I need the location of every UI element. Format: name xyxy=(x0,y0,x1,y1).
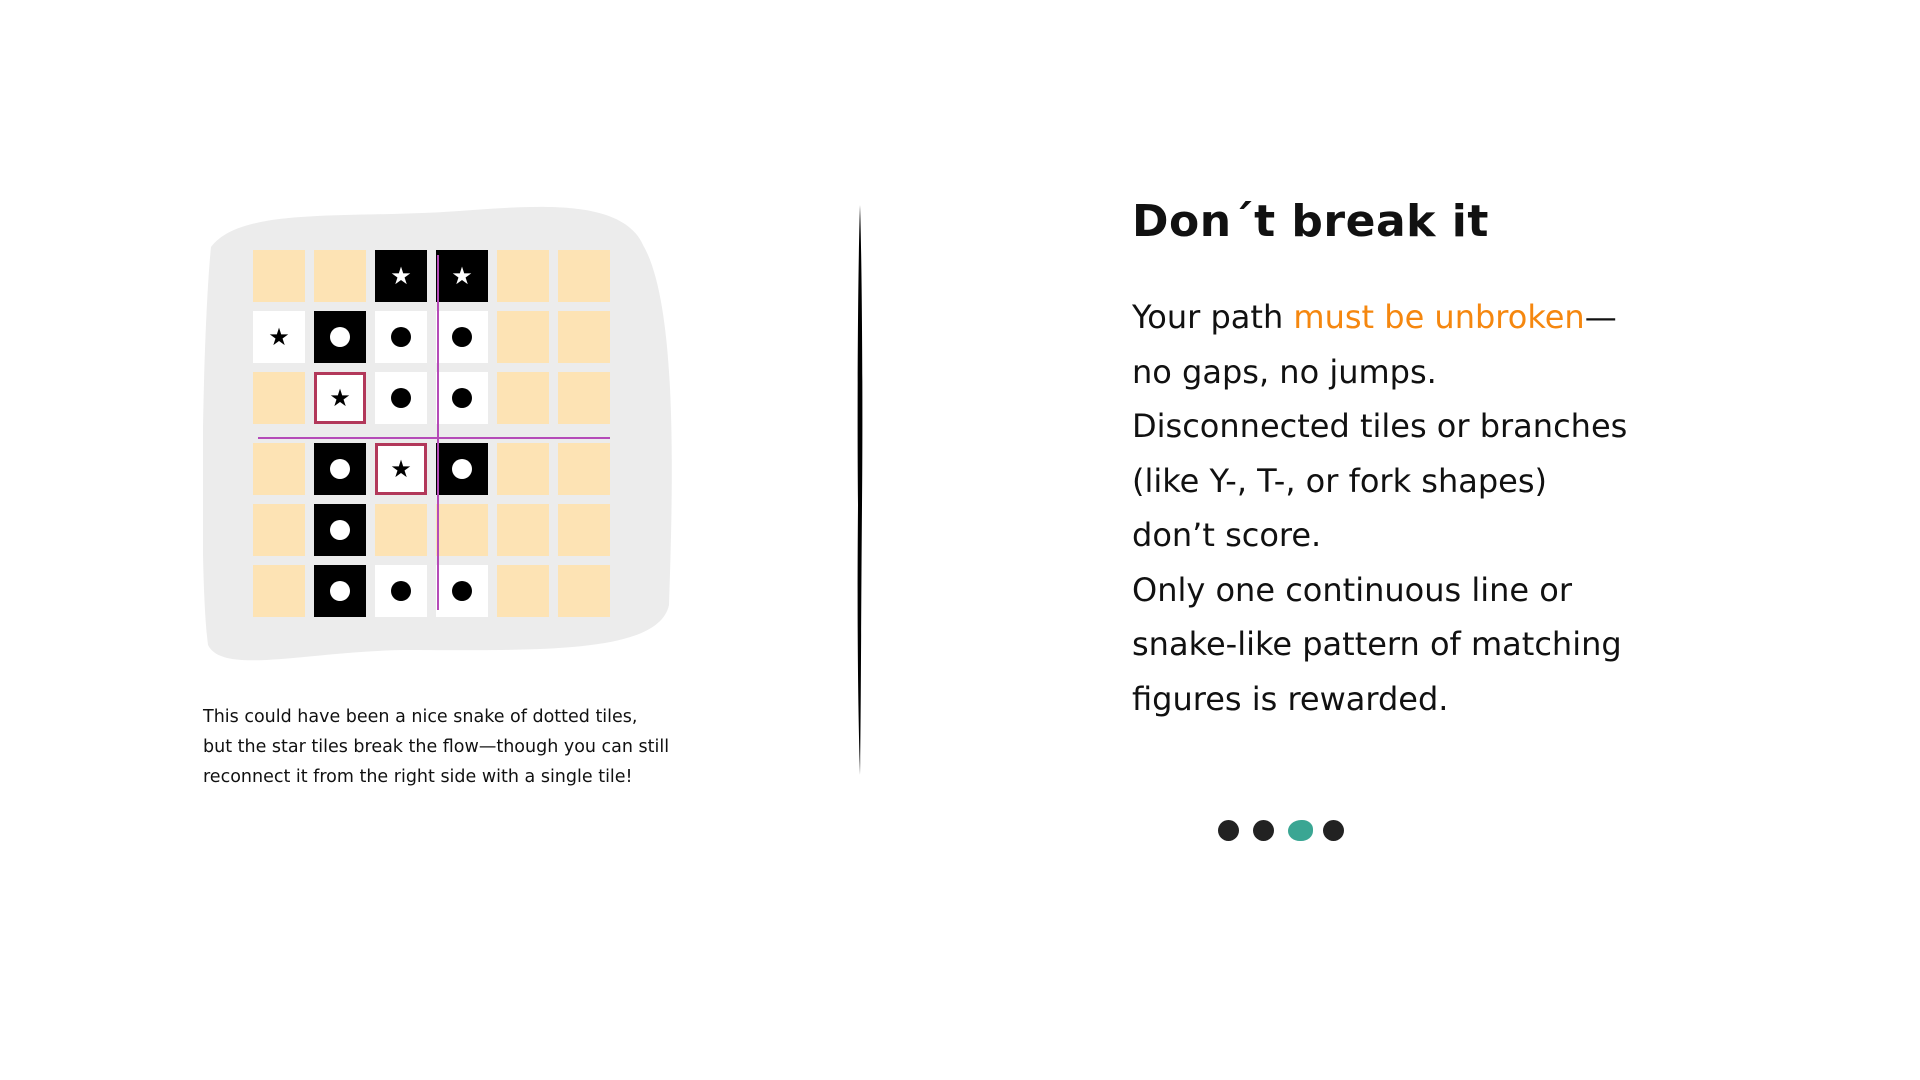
empty-tile xyxy=(253,443,305,495)
pager-dot[interactable] xyxy=(1323,820,1344,841)
rule-description: Your path must be unbroken—no gaps, no j… xyxy=(1132,290,1632,726)
pager-dot[interactable] xyxy=(1218,820,1239,841)
star-icon: ★ xyxy=(329,384,351,412)
empty-tile xyxy=(558,504,610,556)
light-dot-tile xyxy=(436,311,488,363)
empty-tile xyxy=(497,443,549,495)
slide: ★ ★ ★ ★ ★ This could have been a nice snake … xyxy=(0,0,1920,1080)
dark-dot-tile xyxy=(314,504,366,556)
empty-tile xyxy=(558,372,610,424)
star-icon: ★ xyxy=(268,323,290,351)
star-icon: ★ xyxy=(390,455,412,483)
body-rest: —no gaps, no jumps. Disconnected tiles o… xyxy=(1132,298,1628,554)
dot-icon xyxy=(452,581,472,601)
dot-icon xyxy=(330,581,350,601)
empty-tile xyxy=(375,504,427,556)
star-icon: ★ xyxy=(390,262,412,290)
highlighted-star-tile: ★ xyxy=(375,443,427,495)
empty-tile xyxy=(558,565,610,617)
light-dot-tile xyxy=(436,372,488,424)
empty-tile xyxy=(497,504,549,556)
light-dot-tile xyxy=(436,565,488,617)
empty-tile xyxy=(253,504,305,556)
empty-tile xyxy=(314,250,366,302)
dark-dot-tile xyxy=(436,443,488,495)
body-intro: Your path xyxy=(1132,298,1294,336)
horizontal-guide-line xyxy=(258,437,610,439)
dark-star-tile: ★ xyxy=(375,250,427,302)
caption-line: but the star tiles break the flow—though… xyxy=(203,737,670,757)
pager-dot-active[interactable] xyxy=(1288,820,1313,841)
slide-pagination xyxy=(1218,816,1358,846)
light-star-tile: ★ xyxy=(253,311,305,363)
body-highlight: must be unbroken xyxy=(1293,298,1585,336)
dot-icon xyxy=(330,520,350,540)
dot-icon xyxy=(452,388,472,408)
empty-tile xyxy=(497,311,549,363)
empty-tile xyxy=(253,250,305,302)
illustration-caption: This could have been a nice snake of dot… xyxy=(203,702,723,792)
dot-icon xyxy=(391,388,411,408)
empty-tile xyxy=(558,311,610,363)
dot-icon xyxy=(330,459,350,479)
light-dot-tile xyxy=(375,565,427,617)
pager-dot[interactable] xyxy=(1253,820,1274,841)
empty-tile xyxy=(497,372,549,424)
dot-icon xyxy=(391,581,411,601)
highlighted-star-tile: ★ xyxy=(314,372,366,424)
empty-tile xyxy=(436,504,488,556)
dot-icon xyxy=(452,327,472,347)
light-dot-tile xyxy=(375,311,427,363)
dark-star-tile: ★ xyxy=(436,250,488,302)
dot-icon xyxy=(452,459,472,479)
dark-dot-tile xyxy=(314,311,366,363)
caption-line: This could have been a nice snake of dot… xyxy=(203,707,638,727)
vertical-divider xyxy=(857,205,863,775)
vertical-guide-line xyxy=(437,255,439,610)
dark-dot-tile xyxy=(314,443,366,495)
empty-tile xyxy=(558,443,610,495)
body-second: Only one continuous line or snake-like p… xyxy=(1132,570,1622,718)
dark-dot-tile xyxy=(314,565,366,617)
dot-icon xyxy=(330,327,350,347)
light-dot-tile xyxy=(375,372,427,424)
empty-tile xyxy=(497,565,549,617)
star-icon: ★ xyxy=(451,262,473,290)
dot-icon xyxy=(391,327,411,347)
empty-tile xyxy=(558,250,610,302)
caption-line: reconnect it from the right side with a … xyxy=(203,767,633,787)
page-title: Don´t break it xyxy=(1132,196,1489,247)
empty-tile xyxy=(253,565,305,617)
example-illustration: ★ ★ ★ ★ ★ xyxy=(203,205,673,675)
empty-tile xyxy=(497,250,549,302)
tile-grid: ★ ★ ★ ★ ★ xyxy=(253,250,623,620)
empty-tile xyxy=(253,372,305,424)
